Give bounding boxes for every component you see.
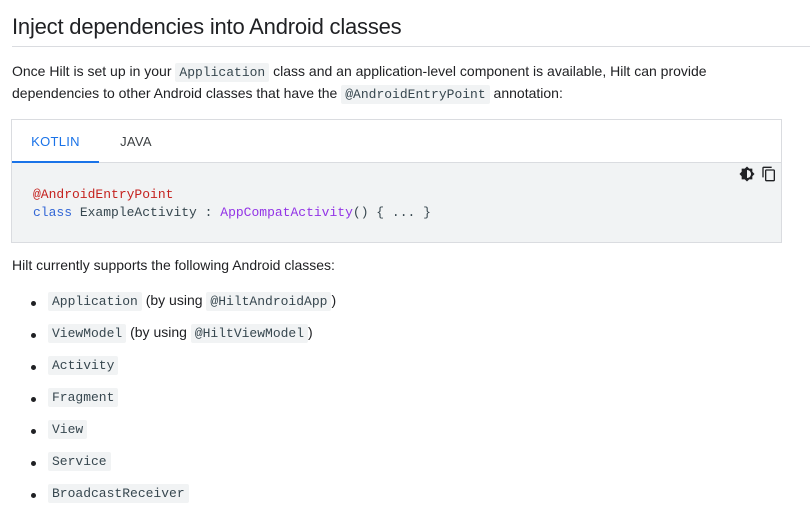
class-code: Service — [48, 452, 111, 471]
list-item-text: (by using — [141, 292, 207, 308]
tab-java[interactable]: JAVA — [106, 120, 166, 163]
code-tab-bar: KOTLIN JAVA — [12, 120, 781, 163]
intro-paragraph: Once Hilt is set up in your Application … — [12, 61, 772, 105]
brightness-icon[interactable] — [739, 166, 755, 182]
class-code: Activity — [48, 356, 119, 375]
code-class-name: ExampleActivity — [79, 205, 197, 220]
class-code: Application — [48, 292, 142, 311]
supports-paragraph: Hilt currently supports the following An… — [12, 257, 335, 273]
list-item-text: ) — [331, 292, 337, 308]
intro-text-3: dependencies to other Android classes th… — [12, 85, 342, 101]
intro-text-4: annotation: — [489, 85, 563, 101]
code-separator: : — [196, 205, 221, 220]
intro-text-2: class and an application-level component… — [269, 63, 707, 79]
code-sample: KOTLIN JAVA @AndroidEntryPoint class Exa… — [11, 119, 782, 243]
annotation-code: @HiltViewModel — [190, 324, 309, 343]
code-annotation: @AndroidEntryPoint — [33, 187, 174, 202]
annotation-code: @HiltAndroidApp — [206, 292, 332, 311]
page-title: Inject dependencies into Android classes — [12, 14, 810, 47]
code-supertype: AppCompatActivity — [220, 205, 353, 220]
list-item-text: (by using — [126, 324, 191, 340]
intro-text-1: Once Hilt is set up in your — [12, 63, 176, 79]
inline-code-android-entry-point: @AndroidEntryPoint — [341, 85, 490, 104]
tab-kotlin[interactable]: KOTLIN — [12, 120, 99, 163]
inline-code-application: Application — [175, 63, 270, 82]
class-code: Fragment — [48, 388, 119, 407]
code-body: () { ... } — [352, 205, 431, 220]
code-content: @AndroidEntryPoint class ExampleActivity… — [33, 186, 431, 222]
copy-icon[interactable] — [761, 166, 777, 182]
class-code: View — [48, 420, 88, 439]
class-code: BroadcastReceiver — [48, 484, 189, 503]
code-actions — [739, 166, 777, 182]
list-item-text: ) — [308, 324, 313, 340]
code-keyword-class: class — [33, 205, 73, 220]
class-code: ViewModel — [48, 324, 127, 343]
